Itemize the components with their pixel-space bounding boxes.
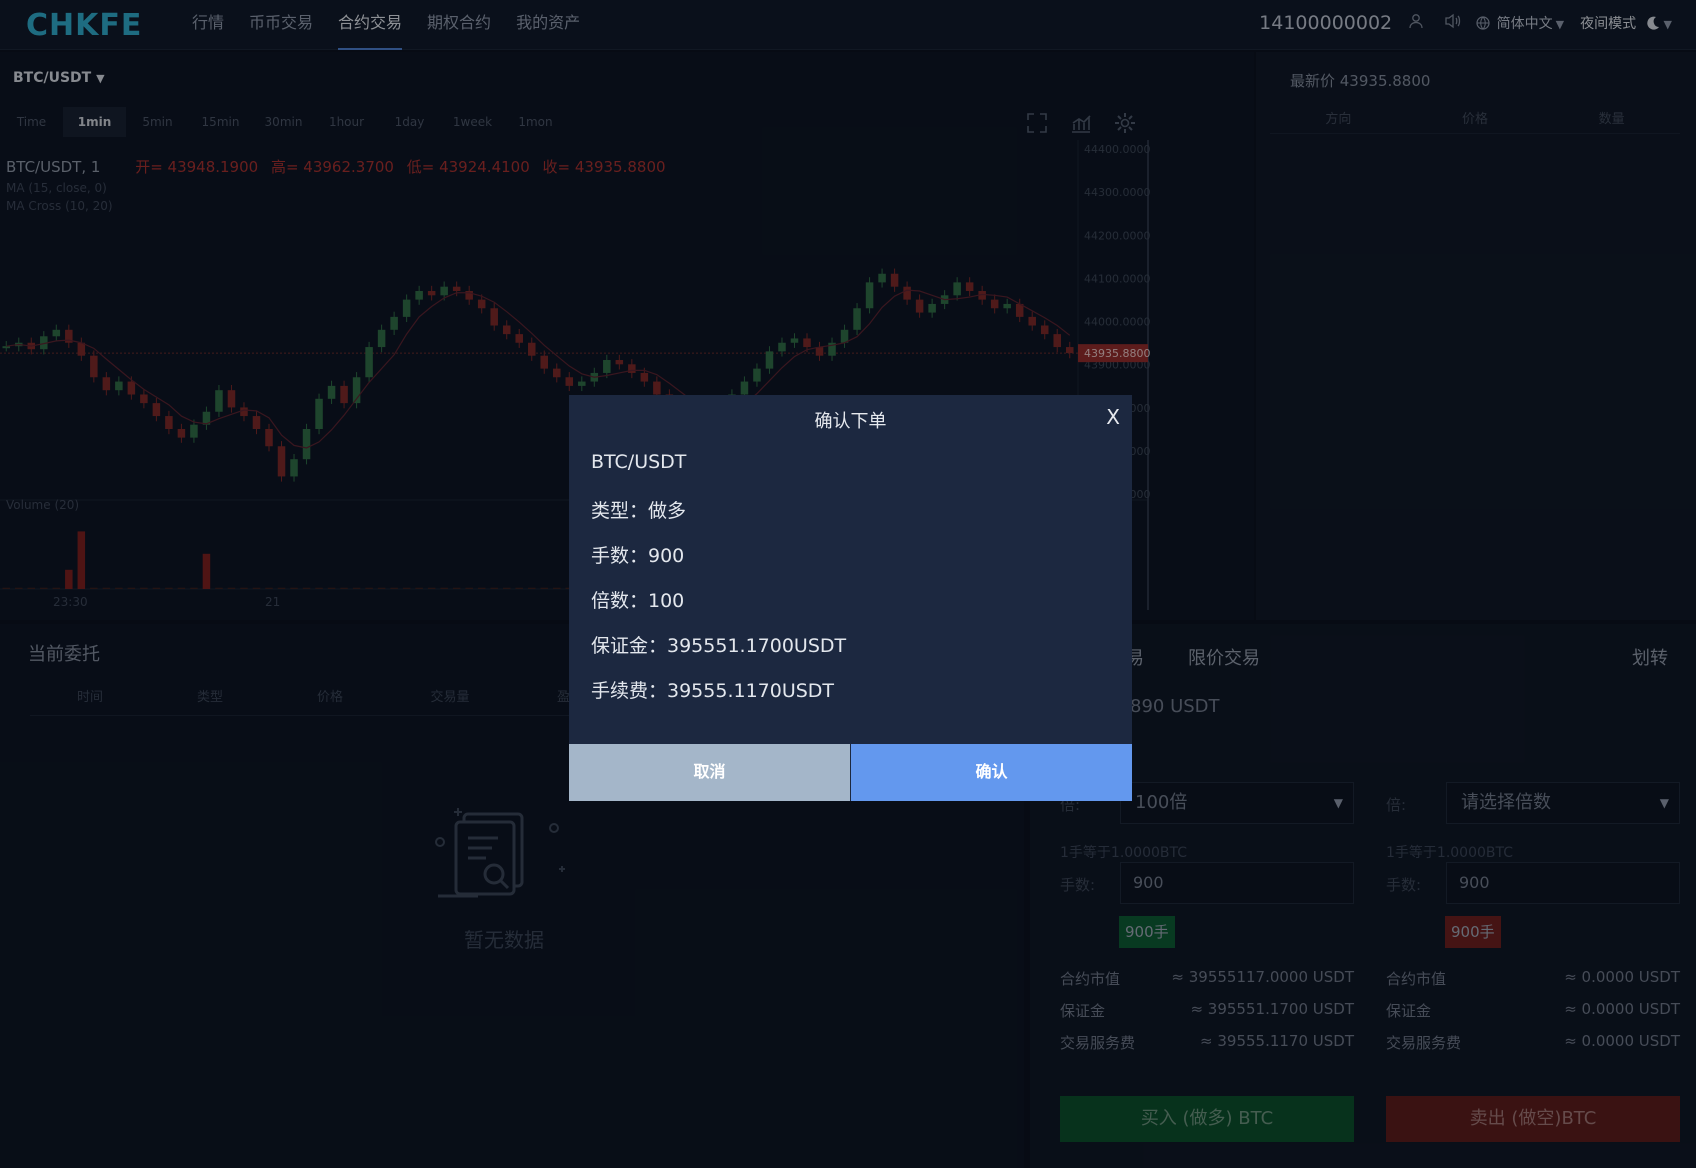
order-lots: 手数：900 <box>591 545 685 567</box>
order-leverage: 倍数：100 <box>591 590 685 612</box>
confirm-order-dialog: 确认下单 X BTC/USDT 类型：做多 手数：900 倍数：100 保证金：… <box>569 395 1132 801</box>
close-icon[interactable]: X <box>1106 405 1120 429</box>
order-margin: 保证金：395551.1700USDT <box>591 635 847 657</box>
order-type: 类型：做多 <box>591 500 687 522</box>
confirm-button[interactable]: 确认 <box>851 744 1132 801</box>
order-fee: 手续费：39555.1170USDT <box>591 680 835 702</box>
cancel-button[interactable]: 取消 <box>569 744 850 801</box>
dialog-title: 确认下单 <box>814 411 887 432</box>
order-symbol: BTC/USDT <box>591 451 687 473</box>
